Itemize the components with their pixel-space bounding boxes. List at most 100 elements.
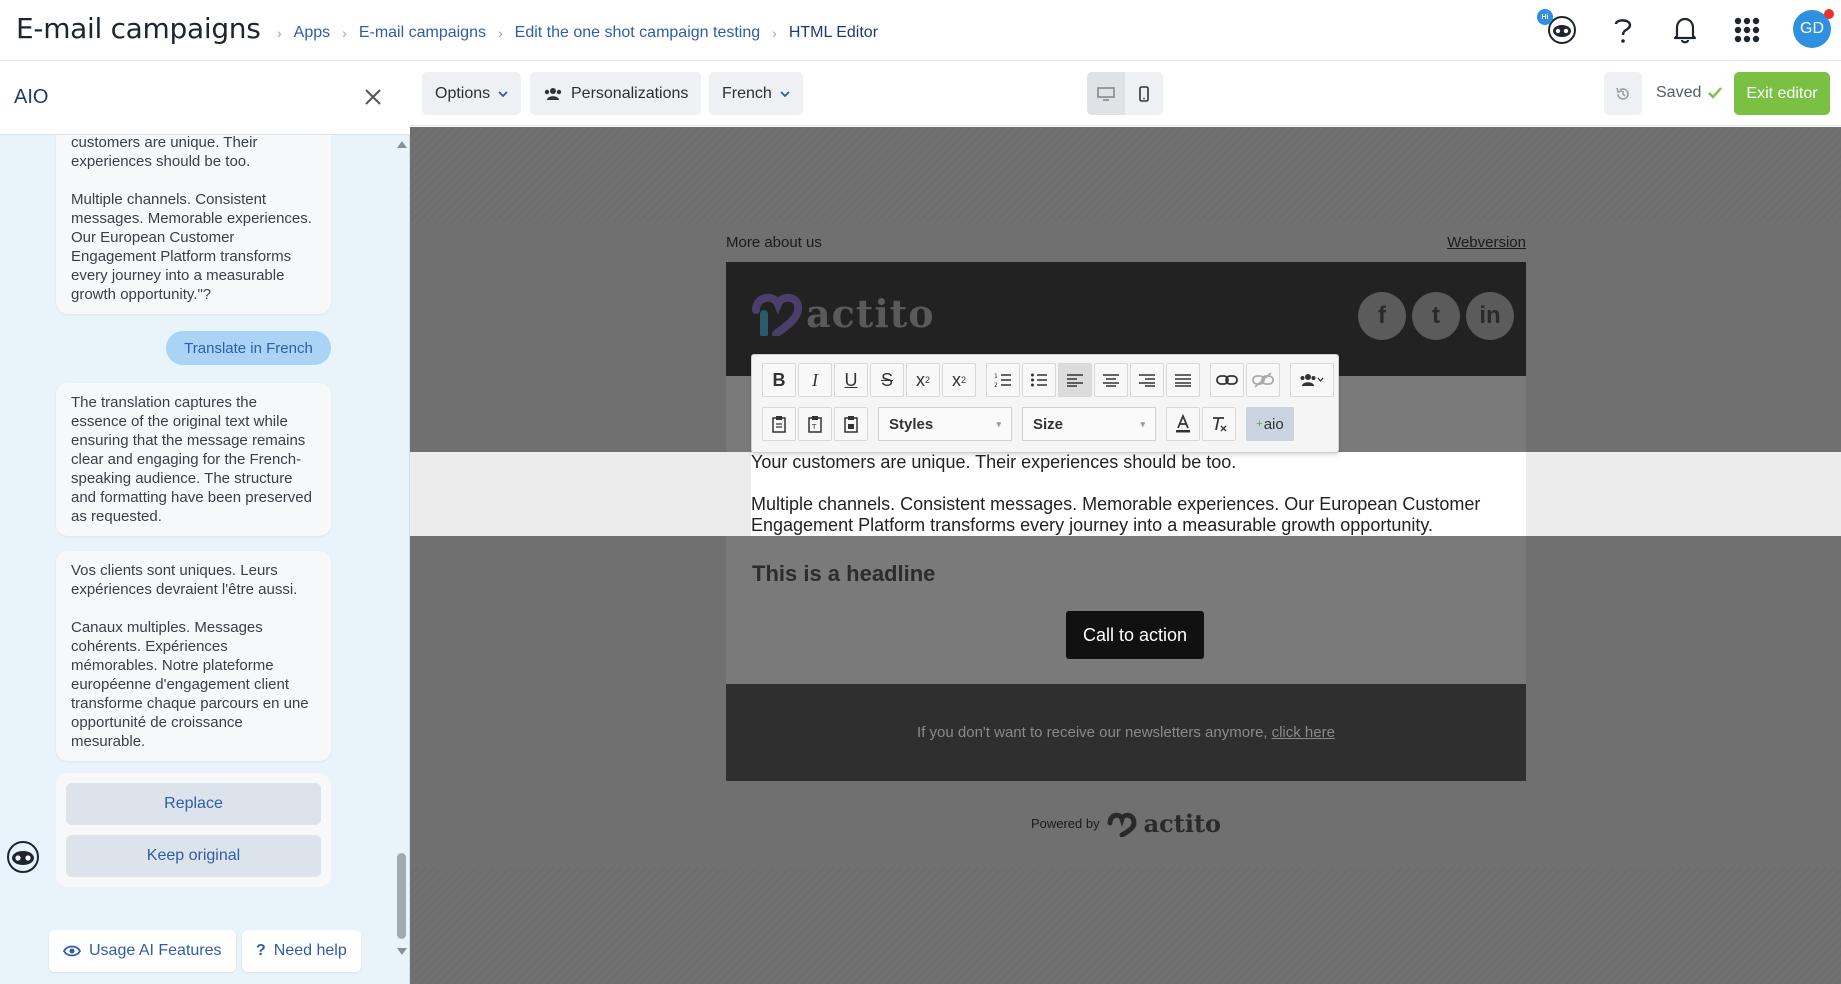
align-right-icon[interactable] — [1130, 363, 1164, 397]
apps-grid-icon[interactable] — [1727, 10, 1767, 50]
aio-sidebar: AIO customers are unique. Their experien… — [0, 62, 410, 984]
email-footer: If you don't want to receive our newslet… — [726, 684, 1526, 781]
message-text: Multiple channels. Consistent messages. … — [71, 191, 312, 303]
strikethrough-icon[interactable]: S — [870, 363, 904, 397]
subscript-icon[interactable]: x2 — [906, 363, 940, 397]
caret-down-icon: ▾ — [1140, 418, 1145, 429]
align-center-icon[interactable] — [1094, 363, 1128, 397]
size-dropdown[interactable]: Size ▾ — [1022, 407, 1156, 441]
numbered-list-icon[interactable]: 12 — [986, 363, 1020, 397]
breadcrumb-apps[interactable]: Apps — [294, 24, 330, 42]
chat-scrollbar[interactable] — [395, 135, 409, 961]
italic-icon[interactable]: I — [798, 363, 832, 397]
scroll-up-icon — [397, 141, 407, 148]
unsubscribe-link[interactable]: click here — [1272, 724, 1335, 741]
personalization-users-icon[interactable] — [1290, 363, 1334, 397]
options-dropdown[interactable]: Options — [422, 72, 522, 115]
personalizations-label: Personalizations — [571, 84, 689, 102]
top-bar: E-mail campaigns › Apps › E-mail campaig… — [0, 0, 1841, 61]
replace-button[interactable]: Replace — [66, 783, 321, 825]
plus-icon: + — [1256, 418, 1263, 430]
personalizations-button[interactable]: Personalizations — [530, 72, 702, 115]
unlink-icon[interactable] — [1246, 363, 1280, 397]
chevron-right-icon: › — [342, 25, 347, 41]
bell-icon[interactable] — [1665, 10, 1705, 50]
question-icon: ? — [256, 942, 266, 959]
close-icon[interactable] — [360, 84, 386, 110]
need-help-button[interactable]: ? Need help — [242, 930, 361, 972]
hi-badge: Hi — [1537, 9, 1553, 25]
chat-area[interactable]: customers are unique. Their experiences … — [0, 135, 395, 961]
email-headline[interactable]: This is a headline — [752, 561, 935, 587]
svg-text:T: T — [811, 423, 817, 431]
body-paragraph: Multiple channels. Consistent messages. … — [751, 494, 1481, 535]
linkedin-icon[interactable]: in — [1466, 292, 1514, 340]
message-text: Canaux multiples. Messages cohérents. Ex… — [71, 619, 309, 750]
paste-icon[interactable] — [762, 407, 796, 441]
app-title: E-mail campaigns — [16, 12, 261, 45]
keep-original-button[interactable]: Keep original — [66, 835, 321, 877]
bullet-list-icon[interactable] — [1022, 363, 1056, 397]
aio-bot-icon — [6, 840, 40, 874]
selected-text-block[interactable]: Your customers are unique. Their experie… — [410, 452, 1841, 536]
styles-dropdown[interactable]: Styles ▾ — [878, 407, 1012, 441]
suggestion-actions: Replace Keep original — [56, 773, 331, 887]
need-help-label: Need help — [273, 942, 347, 959]
language-dropdown[interactable]: French — [709, 72, 803, 115]
assistant-message: Vos clients sont uniques. Leurs expérien… — [56, 551, 331, 761]
styles-label: Styles — [889, 415, 934, 433]
usage-ai-features-button[interactable]: Usage AI Features — [49, 930, 236, 972]
bold-icon[interactable]: B — [762, 363, 796, 397]
rich-text-toolbar: B I U S x2 x2 12 T Styles ▾ Size ▾ + aio — [751, 354, 1339, 453]
paste-word-icon[interactable] — [834, 407, 868, 441]
unsubscribe-text: If you don't want to receive our newslet… — [917, 724, 1268, 741]
text-color-icon[interactable] — [1166, 407, 1200, 441]
breadcrumb-edit-campaign[interactable]: Edit the one shot campaign testing — [515, 24, 761, 42]
powered-by-label: Powered by — [1030, 816, 1100, 831]
mobile-view-icon[interactable] — [1125, 72, 1163, 115]
breadcrumb-html-editor: HTML Editor — [788, 24, 879, 41]
more-about-link[interactable]: More about us — [726, 234, 822, 251]
scrollbar-thumb[interactable] — [397, 853, 406, 939]
language-label: French — [722, 84, 772, 102]
aio-assistant-button[interactable]: + aio — [1246, 407, 1294, 441]
notification-dot — [1824, 9, 1834, 19]
breadcrumb-email-campaigns[interactable]: E-mail campaigns — [359, 24, 486, 42]
email-preheader: More about us Webversion — [726, 222, 1526, 262]
breadcrumb: › Apps › E-mail campaigns › Edit the one… — [265, 24, 878, 42]
call-to-action-button[interactable]: Call to action — [1066, 611, 1204, 659]
scroll-down-icon — [397, 948, 407, 955]
twitter-icon[interactable]: t — [1412, 292, 1460, 340]
aio-label: aio — [1263, 415, 1284, 433]
assistant-message: The translation captures the essence of … — [56, 383, 331, 536]
align-justify-icon[interactable] — [1166, 363, 1200, 397]
link-icon[interactable] — [1210, 363, 1244, 397]
saved-status: Saved — [1656, 84, 1723, 102]
underline-icon[interactable]: U — [834, 363, 868, 397]
desktop-view-icon[interactable] — [1087, 72, 1125, 115]
actito-logo-icon — [752, 293, 802, 336]
clear-format-icon[interactable] — [1202, 407, 1236, 441]
superscript-icon[interactable]: x2 — [942, 363, 976, 397]
user-message: Translate in French — [166, 331, 331, 365]
powered-by-wordmark: actito — [1143, 809, 1222, 838]
eye-icon — [63, 945, 81, 957]
sidebar-title: AIO — [14, 86, 49, 108]
chevron-right-icon: › — [277, 25, 282, 41]
paste-text-icon[interactable]: T — [798, 407, 832, 441]
text-content[interactable]: Your customers are unique. Their experie… — [751, 452, 1526, 536]
webversion-link[interactable]: Webversion — [1447, 234, 1526, 251]
editor-toolbar: Options Personalizations French Saved Ex… — [410, 62, 1841, 126]
facebook-icon[interactable]: f — [1358, 292, 1406, 340]
body-paragraph: Your customers are unique. Their experie… — [751, 452, 1237, 472]
align-left-icon[interactable] — [1058, 363, 1092, 397]
exit-editor-button[interactable]: Exit editor — [1734, 72, 1830, 115]
editor-canvas: More about us Webversion actito f t in Y… — [410, 127, 1841, 984]
message-text: Vos clients sont uniques. Leurs expérien… — [71, 562, 298, 598]
options-label: Options — [435, 84, 491, 102]
chevron-right-icon: › — [772, 25, 777, 41]
history-icon[interactable] — [1604, 72, 1642, 115]
help-icon[interactable] — [1603, 10, 1643, 50]
actito-logo: actito — [750, 290, 935, 336]
usage-ai-features-label: Usage AI Features — [89, 942, 222, 959]
